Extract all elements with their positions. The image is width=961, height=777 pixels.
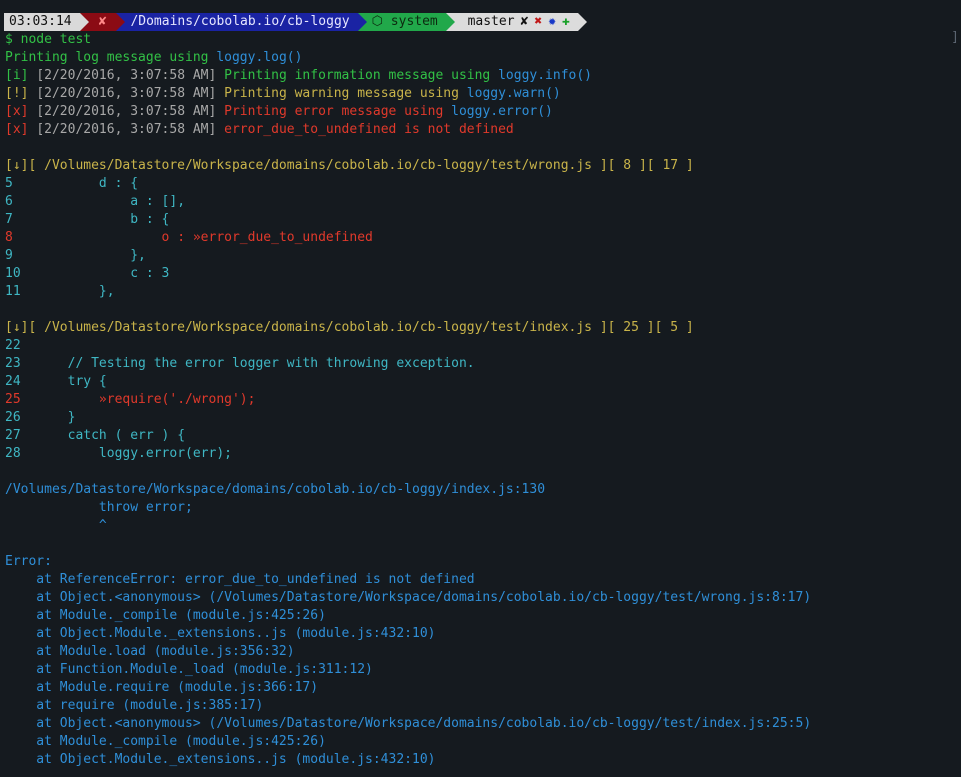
code-line: 25 »require('./wrong');: [5, 391, 811, 409]
code-text: },: [36, 248, 146, 263]
error-line: [x] [2/20/2016, 3:07:58 AM] error_due_to…: [5, 122, 514, 137]
line-number: 25: [5, 392, 37, 407]
code-line: 10 c : 3: [5, 265, 811, 283]
line-number: 8: [5, 230, 37, 245]
code-text: // Testing the error logger with throwin…: [36, 356, 475, 371]
error-line: [x] [2/20/2016, 3:07:58 AM] Printing err…: [5, 104, 553, 119]
code-line: 22: [5, 337, 811, 355]
prompt-directory: /Domains/cobolab.io/cb-loggy: [125, 13, 358, 31]
shell-prompt: 03:03:14 ✘ /Domains/cobolab.io/cb-loggy …: [4, 13, 587, 31]
code-text: }: [36, 410, 76, 425]
git-deleted-icon: ✖: [534, 14, 543, 29]
code-line: 5 d : {: [5, 175, 811, 193]
stack-frame: at ReferenceError: error_due_to_undefine…: [5, 572, 475, 587]
code-text: c : 3: [36, 266, 170, 281]
stack-frame: at Module.load (module.js:356:32): [5, 644, 295, 659]
code-text: try {: [36, 374, 107, 389]
stack-frame: at Module._compile (module.js:425:26): [5, 608, 326, 623]
throw-location: /Volumes/Datastore/Workspace/domains/cob…: [5, 482, 546, 497]
git-branch-label: master: [459, 14, 515, 29]
prompt-env: ⬡ system: [366, 13, 446, 31]
line-number: 23: [5, 356, 37, 371]
prompt-error-status: ✘: [88, 13, 117, 31]
log-line: Printing log message using loggy.log(): [5, 50, 303, 65]
code-text: d : {: [36, 176, 139, 191]
prompt-separator: [577, 13, 587, 31]
code-line: 24 try {: [5, 373, 811, 391]
line-number: 26: [5, 410, 37, 425]
code-text: a : [],: [36, 194, 186, 209]
stack-frame: at Object.<anonymous> (/Volumes/Datastor…: [5, 716, 812, 731]
stack-frame: at Module._compile (module.js:425:26): [5, 734, 326, 749]
code-text: o : »error_due_to_undefined: [36, 230, 373, 245]
trace-header: [↓][ /Volumes/Datastore/Workspace/domain…: [5, 320, 694, 335]
code-line: 27 catch ( err ) {: [5, 427, 811, 445]
code-line: 23 // Testing the error logger with thro…: [5, 355, 811, 373]
code-text: loggy.error(err);: [36, 446, 232, 461]
code-excerpt: 5 d : {6 a : [], 7 b : {8 o : »error_due_…: [5, 175, 811, 301]
code-line: 6 a : [],: [5, 193, 811, 211]
line-number: 7: [5, 212, 37, 227]
line-number: 24: [5, 374, 37, 389]
prompt-git: master ✘ ✖ ✹ ✚: [454, 13, 578, 31]
prompt-separator: [357, 13, 367, 31]
stack-frame: at Function.Module._load (module.js:311:…: [5, 662, 373, 677]
code-text: },: [36, 284, 115, 299]
warn-line: [!] [2/20/2016, 3:07:58 AM] Printing war…: [5, 86, 561, 101]
stack-frame: at Object.<anonymous> (/Volumes/Datastor…: [5, 590, 812, 605]
code-line: 11 },: [5, 283, 811, 301]
code-text: b : {: [36, 212, 170, 227]
line-number: 22: [5, 338, 37, 353]
scroll-marker: ]: [951, 30, 959, 45]
prompt-separator: [79, 13, 89, 31]
line-number: 6: [5, 194, 37, 209]
git-dirty-icon: ✘: [520, 14, 529, 29]
git-modified-icon: ✹: [548, 14, 557, 29]
terminal-output: $ node test Printing log message using l…: [5, 31, 811, 769]
info-line: [i] [2/20/2016, 3:07:58 AM] Printing inf…: [5, 68, 593, 83]
code-excerpt: 22 23 // Testing the error logger with t…: [5, 337, 811, 463]
trace-header: [↓][ /Volumes/Datastore/Workspace/domain…: [5, 158, 694, 173]
stack-frame: at Module.require (module.js:366:17): [5, 680, 319, 695]
line-number: 28: [5, 446, 37, 461]
line-number: 9: [5, 248, 37, 263]
stack-frame: at Object.Module._extensions..js (module…: [5, 752, 436, 767]
stack-trace: at ReferenceError: error_due_to_undefine…: [5, 571, 811, 769]
terminal-window[interactable]: 03:03:14 ✘ /Domains/cobolab.io/cb-loggy …: [0, 0, 961, 777]
code-line: 9 },: [5, 247, 811, 265]
prompt-separator: [445, 13, 455, 31]
line-number: 10: [5, 266, 37, 281]
error-title: Error:: [5, 554, 52, 569]
throw-code: throw error;: [5, 500, 193, 515]
line-number: 27: [5, 428, 37, 443]
code-text: »require('./wrong');: [36, 392, 256, 407]
line-number: 11: [5, 284, 37, 299]
code-text: catch ( err ) {: [36, 428, 186, 443]
code-line: 7 b : {: [5, 211, 811, 229]
code-line: 8 o : »error_due_to_undefined: [5, 229, 811, 247]
stack-frame: at Object.Module._extensions..js (module…: [5, 626, 436, 641]
code-line: 28 loggy.error(err);: [5, 445, 811, 463]
line-number: 5: [5, 176, 37, 191]
command-line: $ node test: [5, 32, 92, 47]
git-added-icon: ✚: [562, 14, 570, 29]
prompt-time: 03:03:14: [4, 13, 80, 31]
stack-frame: at require (module.js:385:17): [5, 698, 264, 713]
code-line: 26 }: [5, 409, 811, 427]
prompt-separator: [116, 13, 126, 31]
throw-caret: ^: [5, 518, 107, 533]
